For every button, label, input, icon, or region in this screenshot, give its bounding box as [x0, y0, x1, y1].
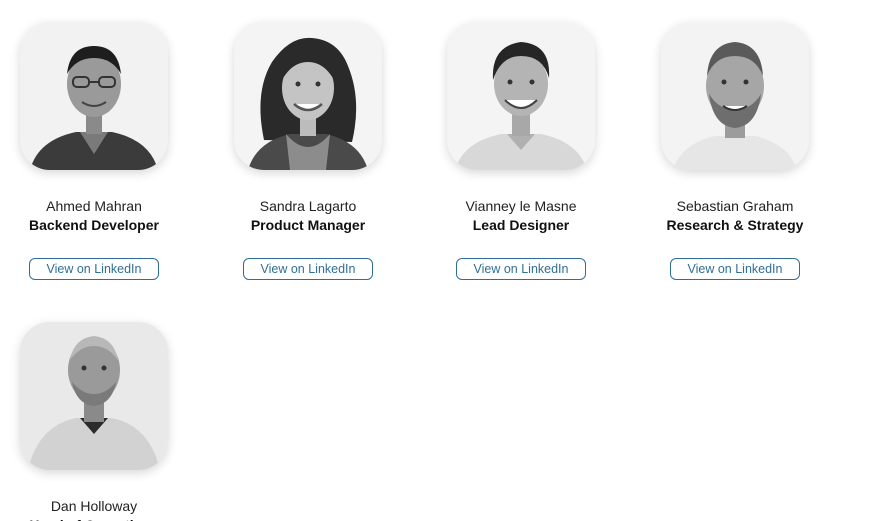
member-name: Sandra Lagarto	[259, 198, 357, 214]
team-member-card: Sandra Lagarto Product Manager View on L…	[218, 22, 398, 280]
member-photo	[234, 22, 382, 170]
member-name: Dan Holloway	[50, 498, 138, 514]
member-photo	[447, 22, 595, 170]
team-member-card: Vianney le Masne Lead Designer View on L…	[431, 22, 611, 280]
member-name: Sebastian Graham	[676, 198, 794, 214]
member-name: Vianney le Masne	[465, 198, 577, 214]
team-grid: Ahmed Mahran Backend Developer View on L…	[0, 0, 880, 521]
member-role: Lead Designer	[472, 217, 570, 233]
member-role: Head of Operations	[4, 516, 184, 521]
team-member-card: Dan Holloway Head of Operations	[4, 322, 184, 521]
view-on-linkedin-button[interactable]: View on LinkedIn	[29, 258, 159, 280]
view-on-linkedin-button[interactable]: View on LinkedIn	[456, 258, 586, 280]
view-on-linkedin-button[interactable]: View on LinkedIn	[243, 258, 373, 280]
member-photo	[20, 22, 168, 170]
member-role: Research & Strategy	[666, 217, 804, 233]
member-name: Ahmed Mahran	[46, 198, 142, 214]
view-on-linkedin-button[interactable]: View on LinkedIn	[670, 258, 800, 280]
team-member-card: Sebastian Graham Research & Strategy Vie…	[645, 22, 825, 280]
team-member-card: Ahmed Mahran Backend Developer View on L…	[4, 22, 184, 280]
member-photo	[661, 22, 809, 170]
member-role: Product Manager	[250, 217, 366, 233]
member-role: Backend Developer	[29, 217, 159, 233]
member-photo	[20, 322, 168, 470]
